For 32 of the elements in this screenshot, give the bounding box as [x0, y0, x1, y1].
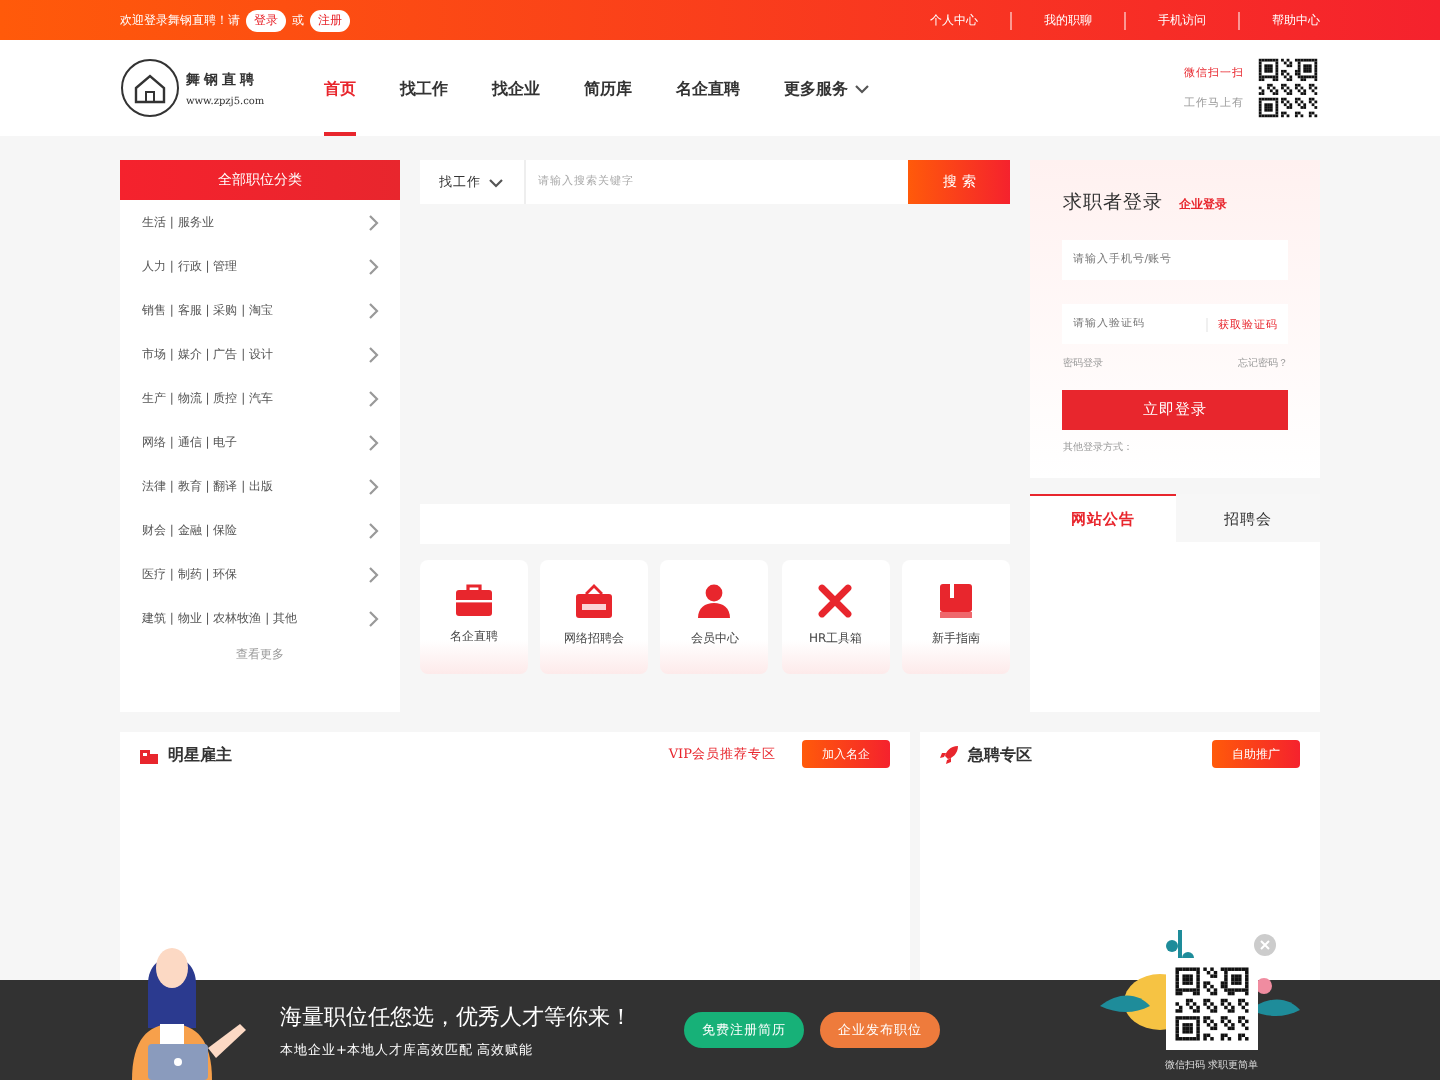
nav-tab[interactable]: 找工作	[378, 40, 470, 136]
close-icon[interactable]	[1254, 934, 1276, 956]
banner-title: 海量职位任您选，优秀人才等你来！	[280, 1001, 632, 1031]
person-icon	[698, 584, 731, 618]
briefcase-icon	[455, 584, 492, 616]
building-icon	[140, 745, 158, 763]
nav-tab[interactable]: 首页	[316, 40, 378, 136]
chevron-icon	[367, 213, 380, 231]
section-title: 明星雇主	[168, 743, 232, 765]
chevron-icon	[367, 433, 380, 451]
chevron-icon	[367, 257, 380, 275]
nav-tab[interactable]: 名企直聘	[654, 40, 762, 136]
job-sign-icon	[576, 584, 613, 618]
chevron-icon	[367, 301, 380, 319]
nav-tab[interactable]: 简历库	[562, 40, 654, 136]
nav-tab[interactable]: 更多服务	[762, 40, 892, 136]
chevron-icon	[367, 565, 380, 583]
nav-tab[interactable]: 找企业	[470, 40, 562, 136]
login-title: 求职者登录	[1062, 190, 1163, 216]
caret-icon	[488, 177, 505, 187]
chevron-icon	[367, 477, 380, 495]
chevron-icon	[367, 609, 380, 627]
tools-icon	[818, 584, 853, 618]
section-title: 急聘专区	[968, 743, 1032, 765]
qr-code-icon	[1171, 964, 1252, 1044]
book-icon	[940, 584, 973, 618]
house-logo-icon	[120, 58, 180, 118]
chevron-icon	[367, 389, 380, 407]
chevron-icon	[367, 345, 380, 363]
chevron-icon	[367, 521, 380, 539]
qr-code-icon	[1256, 56, 1320, 120]
rocket-icon	[940, 745, 958, 763]
